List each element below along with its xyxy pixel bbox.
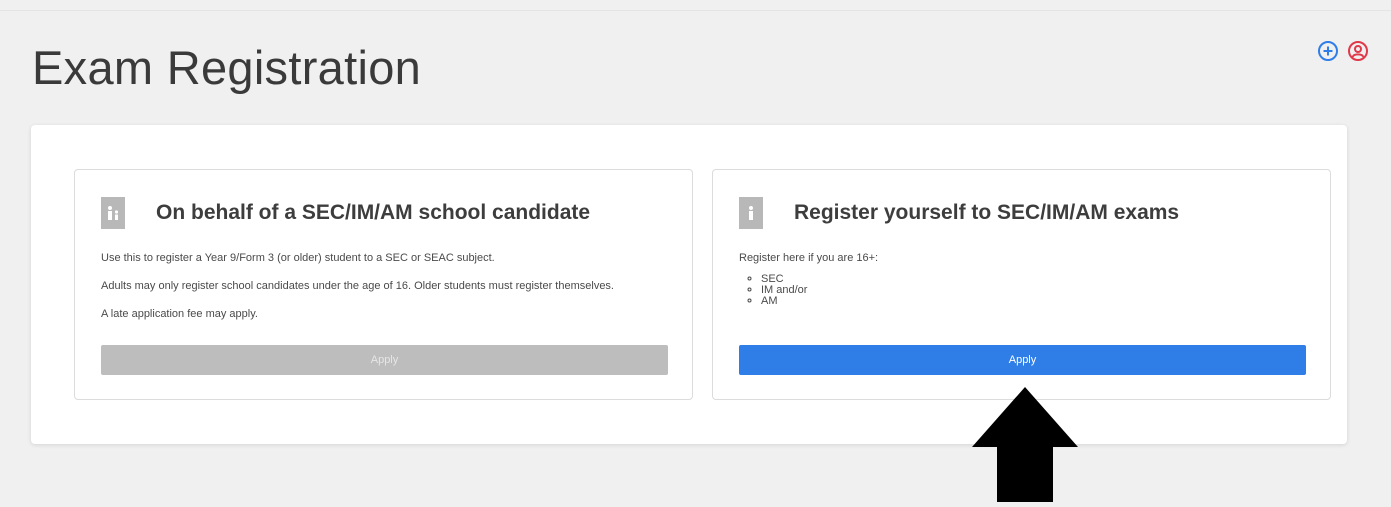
description-line: A late application fee may apply. (101, 308, 258, 320)
arrow-up-icon (970, 387, 1080, 507)
header-actions (1317, 40, 1369, 62)
list-item: IM and/or (761, 285, 1304, 296)
description-line: Register here if you are 16+: (739, 252, 879, 264)
description-line: Adults may only register school candidat… (101, 280, 614, 292)
person-icon (739, 197, 763, 229)
card-description: Use this to register a Year 9/Form 3 (or… (101, 252, 666, 336)
card-title: Register yourself to SEC/IM/AM exams (794, 201, 1180, 224)
list-item: SEC (761, 274, 1304, 285)
description-line: Use this to register a Year 9/Form 3 (or… (101, 252, 495, 264)
registration-panel: On behalf of a SEC/IM/AM school candidat… (31, 125, 1347, 444)
card-title: On behalf of a SEC/IM/AM school candidat… (156, 201, 591, 224)
card-description: Register here if you are 16+: SEC IM and… (739, 252, 1304, 307)
self-registration-card: Register yourself to SEC/IM/AM exams Reg… (712, 169, 1331, 400)
user-circle-icon[interactable] (1347, 40, 1369, 62)
school-candidate-card: On behalf of a SEC/IM/AM school candidat… (74, 169, 693, 400)
apply-button-self-registration[interactable]: Apply (739, 345, 1306, 375)
apply-button-school-candidate[interactable]: Apply (101, 345, 668, 375)
list-item: AM (761, 296, 1304, 307)
exam-type-list: SEC IM and/or AM (739, 274, 1304, 307)
parent-child-icon (101, 197, 125, 229)
page-title: Exam Registration (32, 41, 422, 94)
top-divider (0, 10, 1391, 11)
add-circle-icon[interactable] (1317, 40, 1339, 62)
